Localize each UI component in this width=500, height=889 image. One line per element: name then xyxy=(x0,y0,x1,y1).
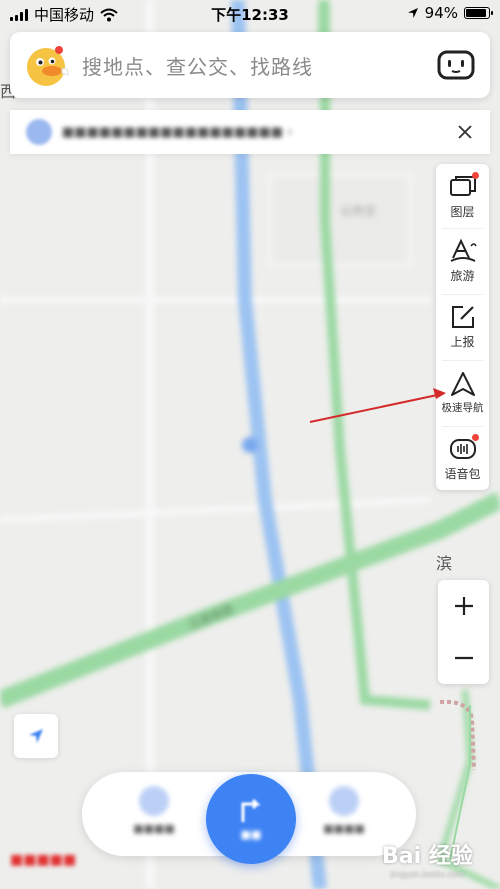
travel-icon xyxy=(450,238,477,262)
zoom-controls xyxy=(438,580,489,684)
taxi-icon xyxy=(329,786,359,816)
navigation-arrow-icon xyxy=(450,372,475,396)
tool-report[interactable]: 上报 xyxy=(436,296,489,358)
watermark-left: ■■■■■ xyxy=(10,852,77,868)
report-icon xyxy=(451,306,474,328)
minus-icon xyxy=(454,656,473,660)
bottom-left-action[interactable]: ■■■■ xyxy=(104,786,204,835)
zoom-in-button[interactable] xyxy=(438,580,489,632)
location-services-icon xyxy=(407,8,418,18)
close-icon xyxy=(458,125,472,139)
locate-arrow-icon xyxy=(29,729,43,743)
tool-label: 旅游 xyxy=(450,269,475,283)
tool-label: 极速导航 xyxy=(441,402,484,414)
bottom-left-label: ■■■■ xyxy=(133,822,175,835)
badge-dot xyxy=(471,172,479,179)
map-label-bin: 滨 xyxy=(436,554,453,573)
tool-voice-pack[interactable]: 语音包 xyxy=(436,428,489,490)
badge-dot xyxy=(471,434,479,441)
route-navigation-button[interactable]: ■■ xyxy=(206,774,296,864)
voice-assistant-button[interactable] xyxy=(436,45,476,85)
duck-mascot-icon xyxy=(27,46,69,86)
map-toolbar: 图层 旅游 上报 极速导航 语音包 xyxy=(436,164,489,490)
search-bar[interactable]: 搜地点、查公交、找路线 xyxy=(10,32,490,98)
bottom-right-label: ■■■■ xyxy=(323,822,365,835)
battery-icon xyxy=(464,7,493,19)
locate-me-button[interactable] xyxy=(14,714,58,758)
tool-layers[interactable]: 图层 xyxy=(436,166,489,228)
plus-icon xyxy=(454,597,473,615)
tool-travel[interactable]: 旅游 xyxy=(436,230,489,292)
battery-percent: 94% xyxy=(424,4,458,22)
bus-icon xyxy=(139,786,169,816)
notice-text: ■■■■■■■■■■■■■■■■■■ › xyxy=(62,124,293,140)
watermark-text: Bai 经验 xyxy=(382,844,473,869)
notice-close-button[interactable] xyxy=(450,117,480,147)
zoom-out-button[interactable] xyxy=(438,632,489,684)
route-arrow-icon xyxy=(241,798,261,822)
route-label: ■■ xyxy=(240,827,262,841)
bottom-right-action[interactable]: ■■■■ xyxy=(294,786,394,835)
notice-icon xyxy=(26,119,52,145)
battery-level xyxy=(466,9,486,17)
mascot-avatar[interactable] xyxy=(22,41,70,89)
tool-label: 上报 xyxy=(450,335,475,349)
notice-banner[interactable]: ■■■■■■■■■■■■■■■■■■ › xyxy=(10,110,490,154)
search-input[interactable]: 搜地点、查公交、找路线 xyxy=(82,51,436,80)
status-bar: 中国移动 下午12:33 94% xyxy=(0,0,500,28)
tool-label: 语音包 xyxy=(444,467,481,481)
tool-fast-navigation[interactable]: 极速导航 xyxy=(436,362,489,424)
baidu-watermark: Bai 经验 jingyan.baidu.com xyxy=(382,838,473,879)
watermark-sub: jingyan.baidu.com xyxy=(390,870,465,879)
tool-label: 图层 xyxy=(450,205,475,219)
robot-assistant-icon xyxy=(437,50,475,80)
